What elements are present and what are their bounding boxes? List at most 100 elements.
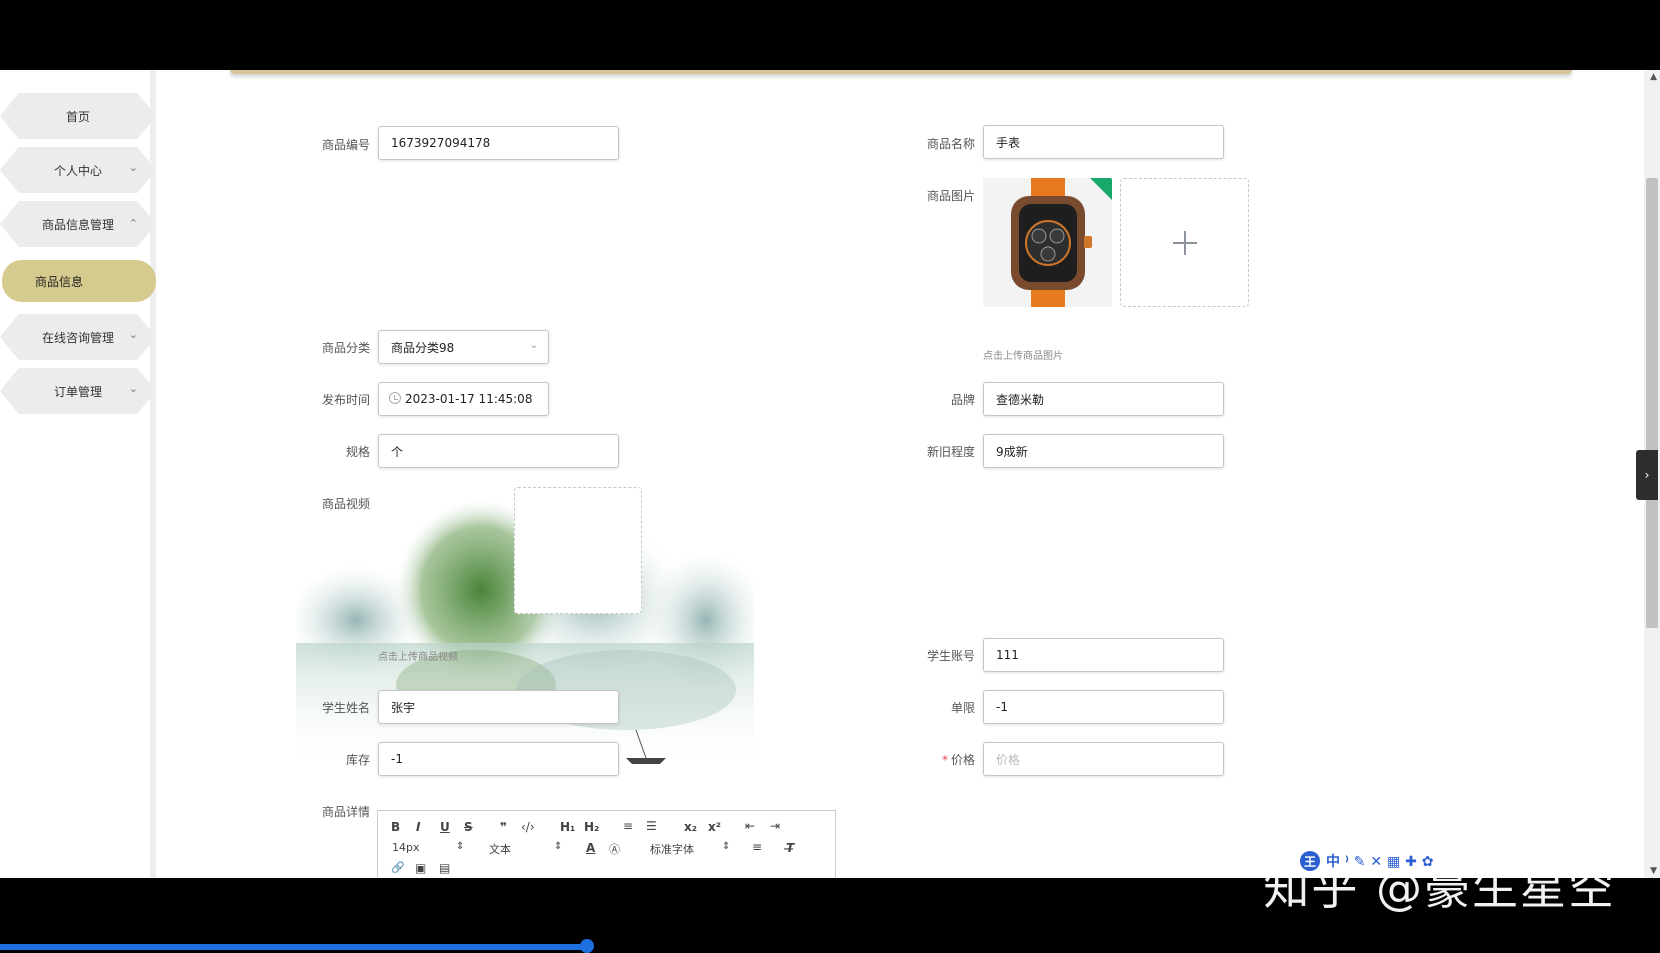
video-top-letterbox [0, 0, 1660, 70]
student-name-value: 张宇 [391, 700, 416, 715]
student-name-input[interactable]: 张宇 [378, 690, 619, 724]
chevron-right-icon[interactable]: › [1636, 450, 1658, 500]
publish-time-picker[interactable]: 2023-01-17 11:45:08 [378, 382, 549, 416]
quote-button[interactable]: ❞ [500, 820, 507, 834]
code-button[interactable]: ‹/› [521, 820, 535, 834]
condition-input[interactable]: 9成新 [983, 434, 1224, 468]
sidebar-item-home[interactable]: 首页 [0, 93, 156, 139]
superscript-button[interactable]: x² [708, 820, 721, 834]
sidebar-subitem-label: 商品信息 [35, 274, 84, 289]
align-icon[interactable]: ≡ [752, 840, 762, 854]
background-color-icon[interactable]: Ⓐ [609, 841, 620, 857]
price-label: * 价格 [885, 751, 975, 768]
text-type-select[interactable]: 文本 [489, 841, 511, 857]
goods-name-value: 手表 [996, 135, 1021, 150]
detail-label: 商品详情 [321, 805, 370, 819]
price-placeholder: 价格 [996, 752, 1021, 767]
stock-label: 库存 [345, 753, 370, 767]
goods-no-input[interactable]: 1673927094178 [378, 126, 619, 160]
sidebar-item-label: 个人中心 [53, 163, 102, 178]
condition-value: 9成新 [996, 444, 1028, 459]
outdent-icon[interactable]: ⇤ [745, 819, 755, 833]
spec-value: 个 [391, 444, 404, 459]
sidebar-item-label: 在线咨询管理 [41, 330, 114, 345]
price-input[interactable]: 价格 [983, 742, 1224, 776]
goods-image-label: 商品图片 [926, 189, 975, 203]
rich-text-editor[interactable]: B I U S ❞ ‹/› H₁ H₂ ≡ ☰ x₂ x² ⇤ ⇥ 14px ⇕… [377, 810, 836, 878]
brand-label: 品牌 [950, 393, 975, 407]
video-icon[interactable]: ▤ [439, 861, 450, 875]
goods-name-label: 商品名称 [926, 137, 975, 151]
goods-image-thumbnail[interactable] [983, 178, 1112, 307]
student-account-label: 学生账号 [926, 649, 975, 663]
spec-label: 规格 [345, 445, 370, 459]
scrollbar-thumb[interactable] [1646, 178, 1658, 628]
video-label: 商品视频 [321, 497, 370, 511]
chevron-down-icon: ⌄ [128, 328, 138, 341]
font-family-select[interactable]: 标准字体 [650, 841, 694, 857]
strike-button[interactable]: S [464, 820, 473, 834]
clear-format-icon[interactable]: T̶ [786, 841, 794, 855]
chevron-down-icon: ⌄ [128, 382, 138, 395]
price-label-text: 价格 [950, 753, 975, 767]
sidebar-item-order-management[interactable]: 订单管理 ⌄ [0, 368, 156, 414]
goods-image-upload[interactable] [1120, 178, 1249, 307]
stock-input[interactable]: -1 [378, 742, 619, 776]
required-mark: * [941, 753, 948, 767]
h2-button[interactable]: H₂ [584, 820, 599, 834]
video-upload[interactable] [514, 487, 642, 614]
italic-button[interactable]: I [416, 820, 420, 834]
publish-time-value: 2023-01-17 11:45:08 [405, 392, 533, 406]
video-progress-knob[interactable] [580, 939, 594, 953]
sidebar-item-label: 订单管理 [53, 384, 102, 399]
h1-button[interactable]: H₁ [560, 820, 575, 834]
plus-icon [1172, 230, 1197, 255]
zhihu-watermark: 知乎 @豪生星空 [1263, 861, 1616, 915]
bullet-list-icon[interactable]: ☰ [646, 819, 657, 833]
scroll-up-icon[interactable]: ▲ [1650, 72, 1657, 82]
category-label: 商品分类 [321, 341, 370, 355]
limit-value: -1 [996, 700, 1008, 714]
chevron-updown-icon: ⇕ [456, 841, 465, 852]
goods-no-label: 商品编号 [321, 138, 370, 152]
brand-value: 查德米勒 [996, 392, 1045, 407]
chevron-updown-icon: ⇕ [554, 841, 563, 852]
chevron-updown-icon: ⇕ [722, 841, 731, 852]
stock-value: -1 [391, 752, 403, 766]
bold-button[interactable]: B [391, 820, 400, 834]
sidebar-item-consult-management[interactable]: 在线咨询管理 ⌄ [0, 314, 156, 360]
ordered-list-icon[interactable]: ≡ [623, 819, 633, 833]
condition-label: 新旧程度 [926, 445, 975, 459]
image-icon[interactable]: ▣ [415, 861, 426, 875]
category-select[interactable]: 商品分类98 ⌄ [378, 330, 549, 364]
header-accent-line [230, 70, 1572, 74]
link-icon[interactable]: 🔗 [391, 861, 405, 874]
limit-input[interactable]: -1 [983, 690, 1224, 724]
goods-name-input[interactable]: 手表 [983, 125, 1224, 159]
app-viewport: 首页 个人中心 ⌄ 商品信息管理 ⌃ 商品信息 在线咨询管理 ⌄ 订单管理 ⌄ [0, 70, 1660, 878]
sidebar: 首页 个人中心 ⌄ 商品信息管理 ⌃ 商品信息 在线咨询管理 ⌄ 订单管理 ⌄ [0, 70, 156, 878]
spec-input[interactable]: 个 [378, 434, 619, 468]
chevron-up-icon: ⌃ [128, 217, 138, 230]
student-name-label: 学生姓名 [321, 701, 370, 715]
sidebar-item-label: 商品信息管理 [41, 217, 114, 232]
video-progress-bar[interactable] [0, 944, 587, 950]
subscript-button[interactable]: x₂ [684, 820, 697, 834]
sidebar-item-goods-management[interactable]: 商品信息管理 ⌃ [0, 201, 156, 247]
goods-no-value: 1673927094178 [391, 136, 491, 150]
limit-label: 单限 [950, 701, 975, 715]
student-account-value: 111 [996, 648, 1019, 662]
indent-icon[interactable]: ⇥ [770, 819, 780, 833]
brand-input[interactable]: 查德米勒 [983, 382, 1224, 416]
student-account-input[interactable]: 111 [983, 638, 1224, 672]
font-size-select[interactable]: 14px [392, 841, 420, 854]
sidebar-subitem-goods-info[interactable]: 商品信息 [2, 260, 156, 302]
publish-time-label: 发布时间 [321, 393, 370, 407]
underline-button[interactable]: U [440, 820, 450, 834]
scroll-down-icon[interactable]: ▼ [1650, 866, 1657, 876]
goods-image-upload-hint: 点击上传商品图片 [983, 351, 1063, 362]
font-color-icon[interactable]: A [586, 841, 595, 855]
category-value: 商品分类98 [391, 340, 455, 355]
sidebar-item-personal-center[interactable]: 个人中心 ⌄ [0, 147, 156, 193]
chevron-down-icon: ⌄ [529, 340, 538, 351]
